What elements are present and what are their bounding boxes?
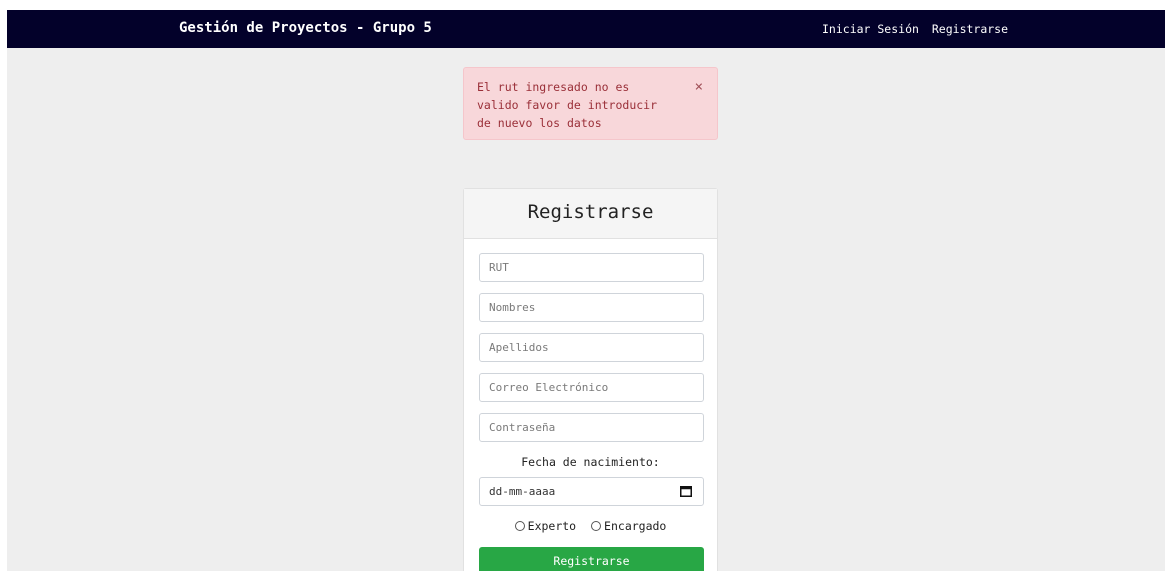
register-title: Registrarse (464, 189, 717, 239)
navbar: Gestión de Proyectos - Grupo 5 Iniciar S… (7, 10, 1165, 48)
browser-viewport: Gestión de Proyectos - Grupo 5 Iniciar S… (7, 10, 1165, 571)
brand-title[interactable]: Gestión de Proyectos - Grupo 5 (179, 20, 432, 36)
radio-circle-icon (514, 521, 525, 531)
rut-input[interactable] (479, 253, 704, 282)
password-input[interactable] (479, 413, 704, 442)
radio-encargado[interactable]: Encargado (591, 519, 666, 533)
nav-register-link[interactable]: Registrarse (932, 22, 1008, 36)
role-radio-group: Experto Encargado (464, 519, 717, 533)
alert-message: El rut ingresado no es valido favor de i… (477, 80, 658, 130)
close-icon[interactable]: × (695, 78, 703, 96)
radio-experto-label: Experto (527, 519, 577, 533)
nombres-input[interactable] (479, 293, 704, 322)
radio-circle-icon (591, 521, 602, 531)
register-card: Registrarse Fecha de nacimiento: dd-mm-a… (463, 188, 718, 571)
birthdate-input[interactable]: dd-mm-aaaa (479, 477, 704, 506)
email-input[interactable] (479, 373, 704, 402)
calendar-icon[interactable] (680, 485, 692, 497)
birthdate-placeholder: dd-mm-aaaa (489, 485, 556, 498)
apellidos-input[interactable] (479, 333, 704, 362)
error-alert: El rut ingresado no es valido favor de i… (463, 67, 718, 140)
radio-experto[interactable]: Experto (514, 519, 577, 533)
nav-login-link[interactable]: Iniciar Sesión (822, 22, 919, 36)
nav-links: Iniciar Sesión Registrarse (822, 22, 1014, 36)
register-submit-button[interactable]: Registrarse (479, 547, 704, 571)
radio-encargado-label: Encargado (604, 519, 667, 533)
birthdate-label: Fecha de nacimiento: (521, 455, 660, 469)
